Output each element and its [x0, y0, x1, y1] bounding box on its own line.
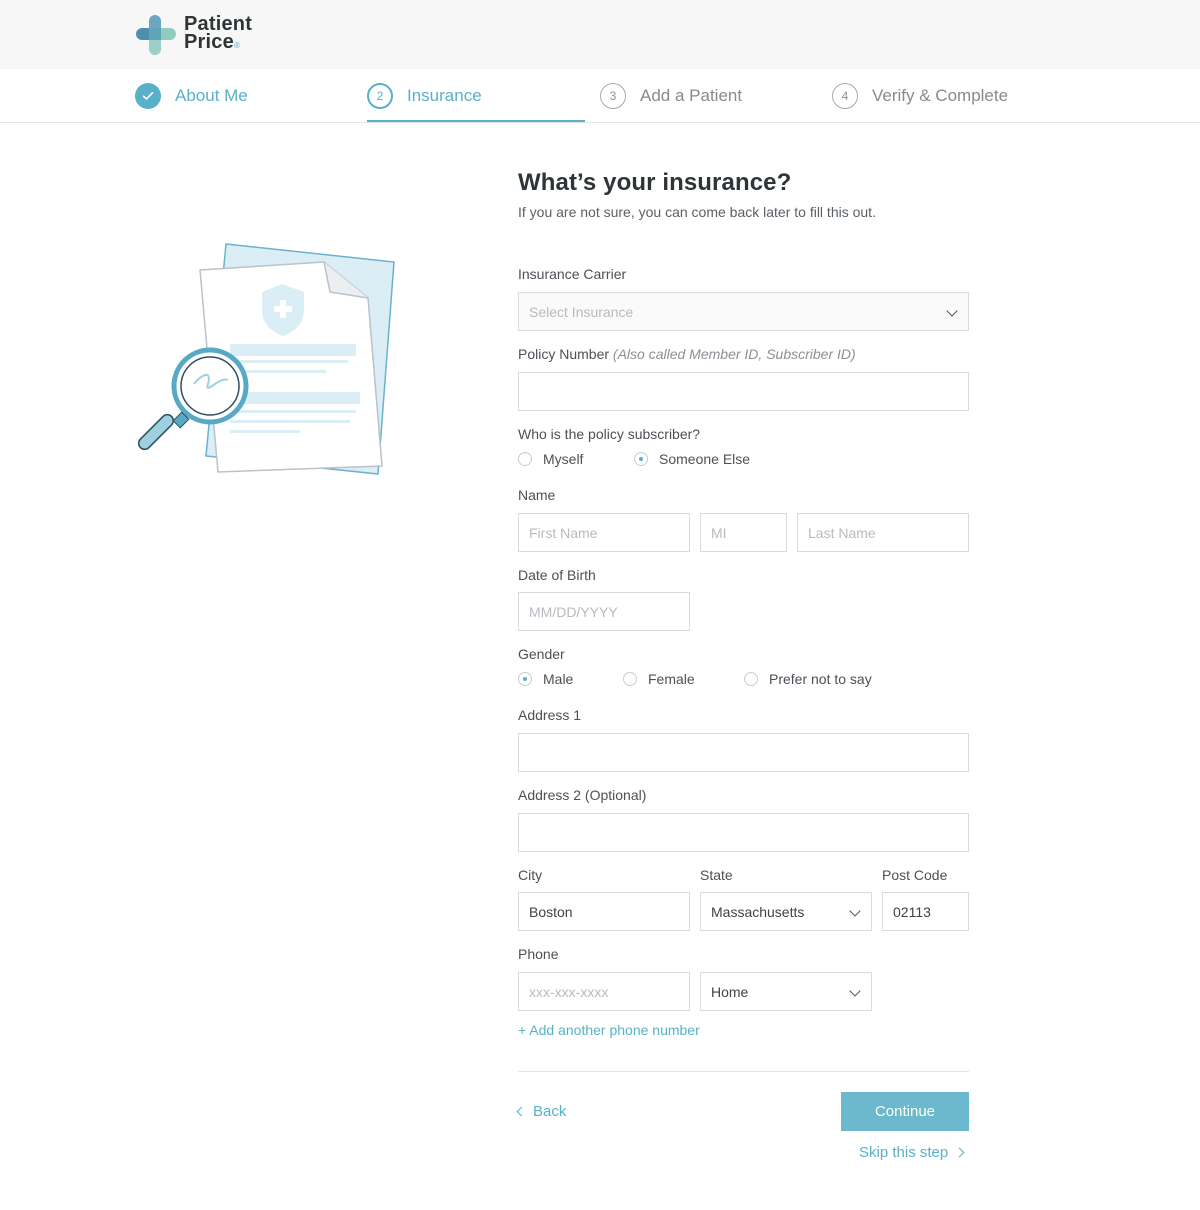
first-name-placeholder: First Name: [529, 524, 598, 541]
skip-label: Skip this step: [859, 1144, 949, 1161]
form-divider: [518, 1071, 969, 1072]
name-label: Name: [518, 487, 556, 503]
step-label: Add a Patient: [640, 86, 743, 105]
insurance-carrier-value: Select Insurance: [529, 303, 634, 320]
active-step-indicator: [367, 120, 585, 122]
radio-label: Myself: [543, 451, 584, 467]
brand-line2-text: Price: [184, 31, 234, 53]
page-subtitle: If you are not sure, you can come back l…: [518, 204, 876, 220]
step-about-me[interactable]: About Me: [135, 69, 248, 123]
chevron-down-icon: [849, 905, 861, 917]
date-of-birth-input[interactable]: MM/DD/YYYY: [518, 592, 690, 631]
gender-option-male[interactable]: Male: [518, 671, 573, 687]
radio-label: Prefer not to say: [769, 671, 872, 687]
last-name-placeholder: Last Name: [808, 524, 876, 541]
chevron-right-icon: [954, 1147, 965, 1158]
brand-logo[interactable]: Patient Price®: [136, 14, 252, 55]
address-1-label: Address 1: [518, 707, 582, 723]
step-number: 4: [832, 83, 858, 109]
radio-selected-icon: [518, 672, 532, 686]
policy-number-hint: (Also called Member ID, Subscriber ID): [612, 346, 856, 362]
address-2-input[interactable]: [518, 813, 969, 852]
city-label: City: [518, 867, 543, 883]
logo-icon: [136, 15, 176, 55]
top-bar: Patient Price®: [0, 0, 1200, 69]
registered-mark: ®: [233, 41, 241, 50]
subscriber-option-myself[interactable]: Myself: [518, 451, 583, 467]
date-of-birth-placeholder: MM/DD/YYYY: [529, 603, 618, 620]
phone-placeholder: xxx-xxx-xxxx: [529, 983, 609, 1000]
step-label: About Me: [175, 86, 248, 105]
state-value: Massachusetts: [711, 903, 805, 920]
state-label: State: [700, 867, 733, 883]
radio-label: Someone Else: [659, 451, 751, 467]
post-code-value: 02113: [893, 903, 931, 920]
insurance-carrier-label: Insurance Carrier: [518, 266, 627, 282]
continue-button[interactable]: Continue: [841, 1092, 969, 1131]
radio-label: Female: [648, 671, 695, 687]
check-icon: [135, 83, 161, 109]
chevron-left-icon: [516, 1106, 527, 1117]
radio-icon: [744, 672, 758, 686]
radio-selected-icon: [634, 452, 648, 466]
step-insurance[interactable]: 2 Insurance: [367, 69, 482, 123]
add-phone-link[interactable]: + Add another phone number: [518, 1022, 700, 1038]
insurance-document-illustration: [132, 240, 402, 480]
phone-type-value: Home: [711, 983, 749, 1000]
first-name-input[interactable]: First Name: [518, 513, 690, 552]
radio-icon: [623, 672, 637, 686]
step-label: Insurance: [407, 86, 482, 105]
state-select[interactable]: Massachusetts: [700, 892, 872, 931]
step-number: 2: [367, 83, 393, 109]
chevron-down-icon: [946, 305, 958, 317]
brand-line2: Price®: [184, 31, 252, 55]
phone-type-select[interactable]: Home: [700, 972, 872, 1011]
address-1-input[interactable]: [518, 733, 969, 772]
progress-stepper: About Me 2 Insurance 3 Add a Patient 4 V…: [0, 69, 1200, 123]
date-of-birth-label: Date of Birth: [518, 567, 596, 583]
skip-step-link[interactable]: Skip this step: [859, 1144, 965, 1161]
step-verify-complete[interactable]: 4 Verify & Complete: [832, 69, 1008, 123]
gender-label: Gender: [518, 646, 565, 662]
phone-input[interactable]: xxx-xxx-xxxx: [518, 972, 690, 1011]
back-link[interactable]: Back: [516, 1103, 567, 1120]
policy-number-input[interactable]: [518, 372, 969, 411]
middle-initial-placeholder: MI: [711, 524, 727, 541]
policy-number-label: Policy Number (Also called Member ID, Su…: [518, 346, 856, 362]
subscriber-option-someone-else[interactable]: Someone Else: [634, 451, 750, 467]
phone-label: Phone: [518, 946, 559, 962]
policy-subscriber-label: Who is the policy subscriber?: [518, 426, 701, 442]
chevron-down-icon: [849, 985, 861, 997]
step-add-patient[interactable]: 3 Add a Patient: [600, 69, 742, 123]
back-label: Back: [533, 1103, 567, 1120]
radio-label: Male: [543, 671, 574, 687]
post-code-label: Post Code: [882, 867, 948, 883]
middle-initial-input[interactable]: MI: [700, 513, 787, 552]
city-input[interactable]: Boston: [518, 892, 690, 931]
city-value: Boston: [529, 903, 573, 920]
last-name-input[interactable]: Last Name: [797, 513, 969, 552]
brand-name: Patient Price®: [184, 14, 252, 55]
gender-option-prefer-not[interactable]: Prefer not to say: [744, 671, 872, 687]
step-label: Verify & Complete: [872, 86, 1009, 105]
step-number: 3: [600, 83, 626, 109]
post-code-input[interactable]: 02113: [882, 892, 969, 931]
radio-icon: [518, 452, 532, 466]
page-title: What’s your insurance?: [518, 169, 792, 196]
gender-option-female[interactable]: Female: [623, 671, 695, 687]
address-2-label: Address 2 (Optional): [518, 787, 647, 803]
policy-number-label-text: Policy Number: [518, 346, 610, 362]
insurance-carrier-select[interactable]: Select Insurance: [518, 292, 969, 331]
